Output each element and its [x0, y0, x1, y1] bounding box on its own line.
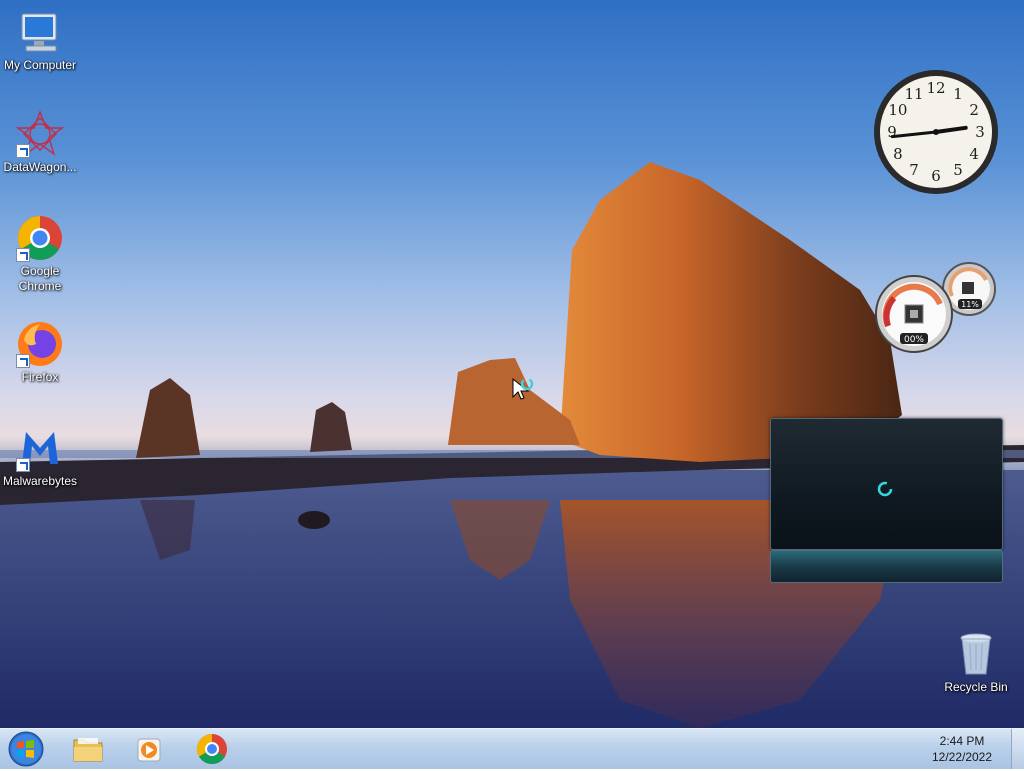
datawagon-icon — [15, 110, 65, 158]
taskbar-time: 2:44 PM — [939, 734, 985, 748]
shortcut-arrow-icon — [16, 144, 30, 158]
loading-spinner-icon — [877, 481, 893, 497]
desktop-icon-my-computer[interactable]: My Computer — [0, 8, 80, 73]
clock-number: 3 — [975, 123, 985, 141]
clock-number: 9 — [887, 123, 897, 141]
small-rock — [310, 402, 352, 452]
desktop-icon-label: Recycle Bin — [944, 680, 1008, 694]
desktop-icon-label: My Computer — [3, 58, 77, 72]
haystack-rock — [560, 162, 902, 462]
cpu-meter-gadget[interactable]: 11% 00% — [874, 260, 1000, 354]
memory-percent-label: 11% — [961, 300, 979, 309]
clock-number: 10 — [888, 101, 907, 119]
busy-cursor-icon — [512, 377, 534, 400]
folder-icon — [73, 738, 103, 762]
clock-number: 5 — [953, 161, 963, 179]
taskbar-explorer-button[interactable] — [62, 731, 114, 767]
clock-number: 12 — [926, 79, 945, 97]
desktop-icon-firefox[interactable]: Firefox — [0, 320, 80, 385]
taskbar-media-player-button[interactable] — [124, 731, 176, 767]
shortcut-arrow-icon — [16, 248, 30, 262]
wallpaper — [0, 162, 1024, 728]
taskbar-date: 12/22/2022 — [931, 750, 993, 764]
clock-number: 11 — [904, 85, 923, 103]
desktop-icon-datawagon[interactable]: DataWagon... — [0, 110, 80, 175]
clock-number: 4 — [969, 145, 979, 163]
firefox-icon — [16, 320, 64, 368]
desktop-icon-label: Firefox — [21, 370, 59, 384]
cpu-percent-label: 00% — [904, 335, 924, 345]
taskbar-chrome-button[interactable] — [186, 731, 238, 767]
taskbar-clock[interactable]: 2:44 PM 12/22/2022 — [914, 733, 1010, 765]
media-player-icon — [137, 738, 161, 762]
desktop-icon-label: DataWagon... — [3, 160, 77, 174]
start-button[interactable] — [2, 731, 50, 767]
recycle-bin-icon — [952, 630, 1000, 678]
taskbar: 2:44 PM 12/22/2022 — [0, 728, 1024, 769]
clock-number: 2 — [969, 101, 979, 119]
clock-gadget[interactable]: 12 12 3 45678 9 1011 — [872, 68, 1000, 196]
desktop-icon-malwarebytes[interactable]: Malwarebytes — [0, 424, 80, 489]
shortcut-arrow-icon — [16, 354, 30, 368]
beach-stone — [298, 511, 330, 529]
clock-number: 6 — [931, 167, 941, 185]
show-desktop-button[interactable] — [1011, 729, 1024, 769]
chrome-icon — [196, 734, 227, 765]
shortcut-arrow-icon — [16, 458, 30, 472]
left-rock — [136, 378, 200, 458]
media-gadget-controls[interactable] — [770, 550, 1003, 583]
clock-number: 8 — [893, 145, 903, 163]
computer-icon — [16, 8, 64, 56]
clock-number: 1 — [953, 85, 963, 103]
media-gadget[interactable] — [770, 418, 1003, 550]
chrome-icon — [16, 214, 64, 262]
desktop-icon-label: Google Chrome — [18, 264, 62, 293]
desktop-icon-google-chrome[interactable]: Google Chrome — [0, 214, 80, 294]
desktop[interactable]: My Computer DataWagon... Google Chrome F… — [0, 0, 1024, 728]
malwarebytes-icon — [16, 424, 64, 472]
desktop-icon-recycle-bin[interactable]: Recycle Bin — [936, 630, 1016, 695]
clock-number: 7 — [909, 161, 919, 179]
desktop-icon-label: Malwarebytes — [2, 474, 78, 488]
